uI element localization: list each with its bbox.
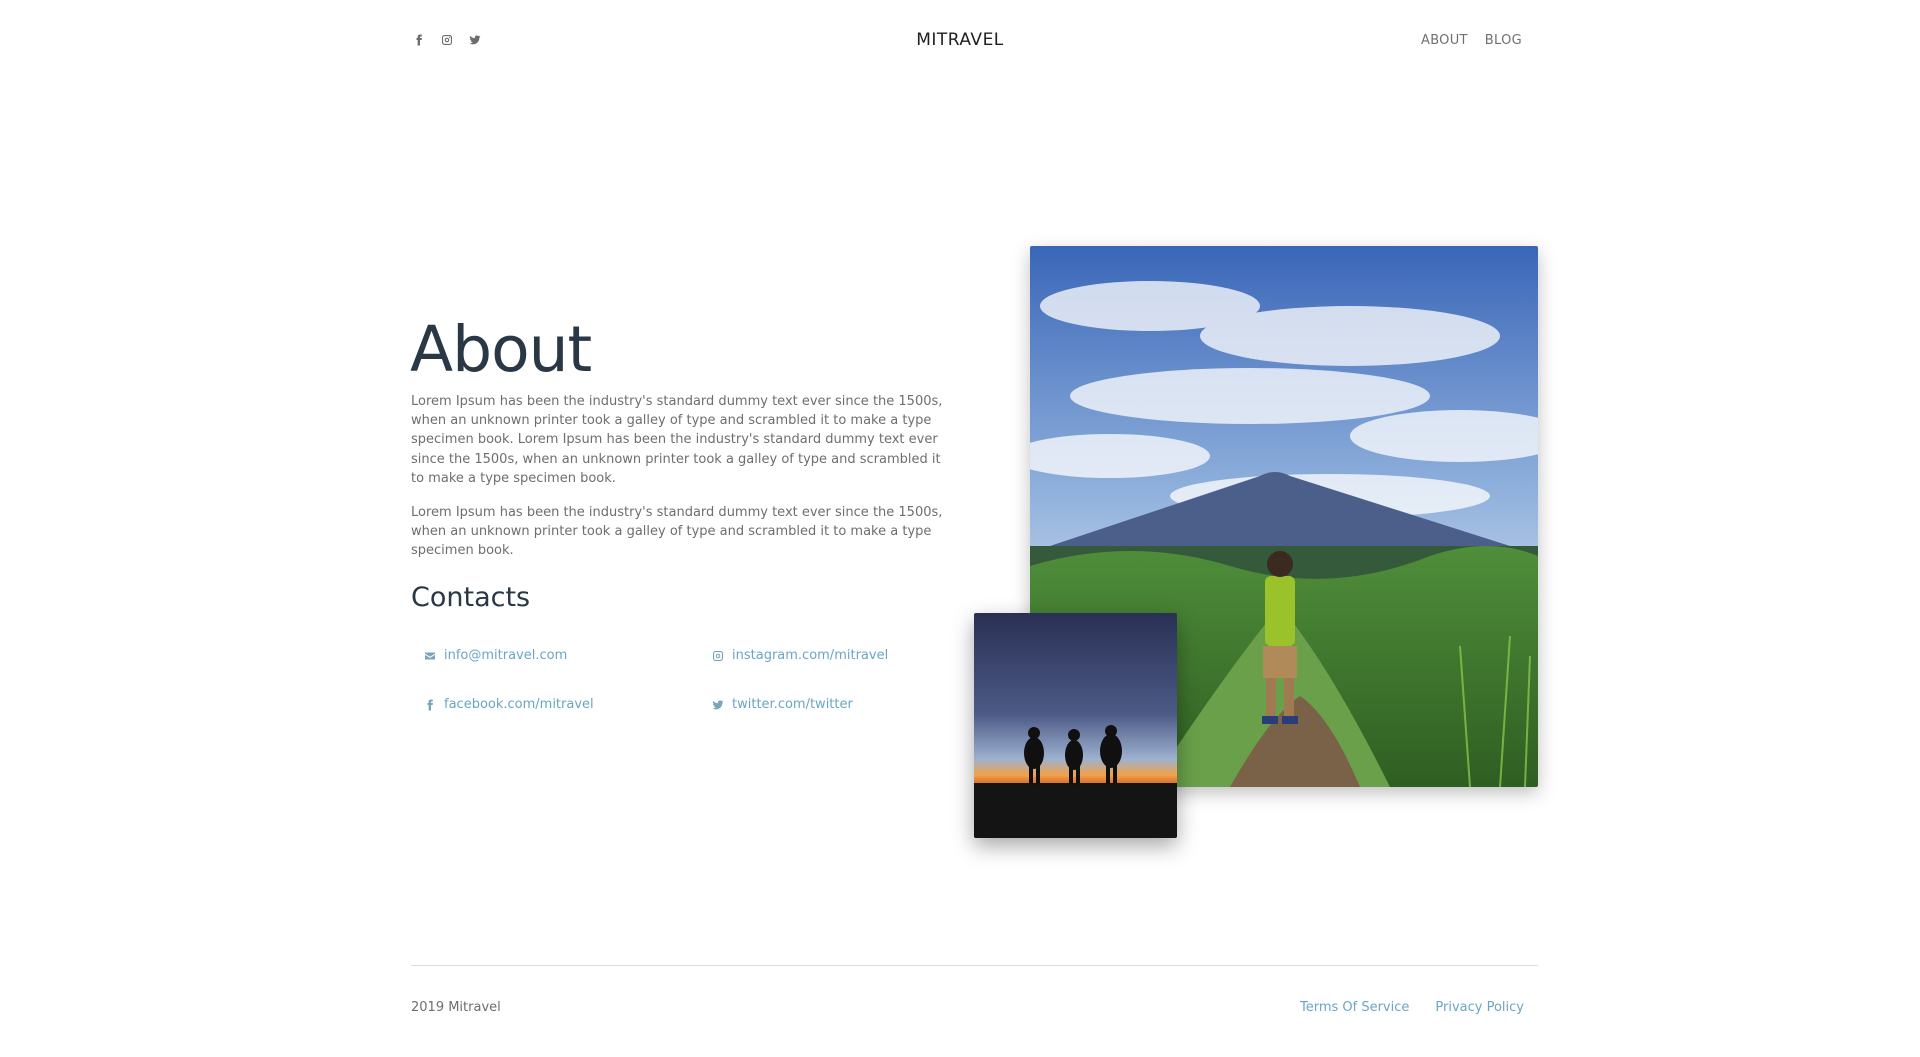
about-paragraph-1: Lorem Ipsum has been the industry's stan… (411, 394, 943, 486)
contact-email-label: info@mitravel.com (444, 648, 568, 663)
footer-copyright: 2019 Mitravel (411, 1000, 501, 1015)
contact-twitter[interactable]: twitter.com/twitter (712, 697, 853, 712)
brand-logo[interactable]: MITRAVEL (0, 30, 1920, 50)
main-nav: ABOUT BLOG (1421, 33, 1522, 48)
contact-facebook-label: facebook.com/mitravel (444, 697, 594, 712)
hikers-sunset-photo (974, 613, 1177, 838)
about-paragraph-2: Lorem Ipsum has been the industry's stan… (411, 505, 943, 559)
contacts-heading: Contacts (411, 582, 531, 613)
privacy-link[interactable]: Privacy Policy (1435, 1000, 1524, 1015)
footer-links: Terms Of Service Privacy Policy (1300, 1000, 1524, 1015)
site-header: MITRAVEL ABOUT BLOG (0, 0, 1920, 84)
contact-instagram[interactable]: instagram.com/mitravel (712, 648, 888, 663)
nav-about[interactable]: ABOUT (1421, 33, 1468, 48)
contact-instagram-label: instagram.com/mitravel (732, 648, 889, 663)
page-title: About (410, 313, 592, 386)
envelope-icon (425, 652, 435, 659)
facebook-icon (427, 699, 433, 710)
footer-divider (411, 965, 1538, 966)
contact-twitter-label: twitter.com/twitter (732, 697, 853, 712)
nav-blog[interactable]: BLOG (1485, 33, 1522, 48)
terms-link[interactable]: Terms Of Service (1300, 1000, 1409, 1015)
twitter-icon (712, 699, 724, 709)
instagram-icon (713, 650, 723, 661)
contact-email[interactable]: info@mitravel.com (424, 648, 567, 663)
contact-facebook[interactable]: facebook.com/mitravel (424, 697, 594, 712)
